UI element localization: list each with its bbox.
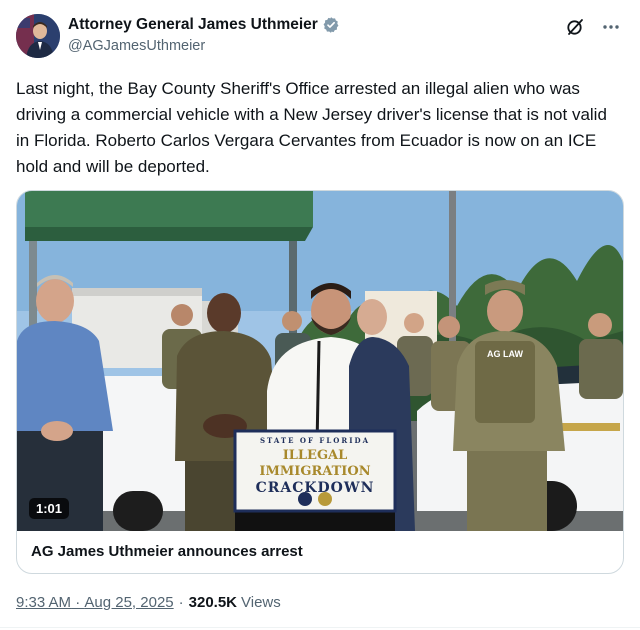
podium-sign-line3: CRACKDOWN <box>255 480 375 496</box>
verified-badge-icon <box>322 16 340 34</box>
tweet-time[interactable]: 9:33 AM <box>16 594 71 611</box>
avatar[interactable] <box>16 14 60 58</box>
video-title[interactable]: AG James Uthmeier announces arrest <box>31 543 303 560</box>
divider <box>0 627 640 628</box>
podium-sign-line2: ILLEGAL IMMIGRATION <box>259 448 371 479</box>
vest-text: AG LAW <box>487 349 523 359</box>
tweet-text: Last night, the Bay County Sheriff's Off… <box>16 79 607 176</box>
more-dots-icon[interactable] <box>600 16 622 38</box>
video-player[interactable]: STATE OF FLORIDA ILLEGAL IMMIGRATION CRA… <box>17 191 623 531</box>
tweet-date-sep: · <box>71 594 85 611</box>
tweet-meta: 9:33 AM · Aug 25, 2025 · 320.5K Views <box>16 594 281 611</box>
views-count[interactable]: 320.5K <box>189 594 237 611</box>
grok-slash-icon[interactable] <box>564 16 586 38</box>
tweet-date[interactable]: Aug 25, 2025 <box>84 594 173 611</box>
author-handle[interactable]: @AGJamesUthmeier <box>68 38 205 54</box>
video-card[interactable]: STATE OF FLORIDA ILLEGAL IMMIGRATION CRA… <box>16 190 624 574</box>
podium-sign: STATE OF FLORIDA ILLEGAL IMMIGRATION CRA… <box>235 436 395 496</box>
video-duration: 1:01 <box>29 498 70 519</box>
tweet: Attorney General James Uthmeier @AGJames… <box>0 0 640 630</box>
views-label: Views <box>241 594 281 611</box>
podium-sign-line1: STATE OF FLORIDA <box>260 436 370 445</box>
meta-separator: · <box>178 594 184 611</box>
author-display-name[interactable]: Attorney General James Uthmeier <box>68 16 318 34</box>
